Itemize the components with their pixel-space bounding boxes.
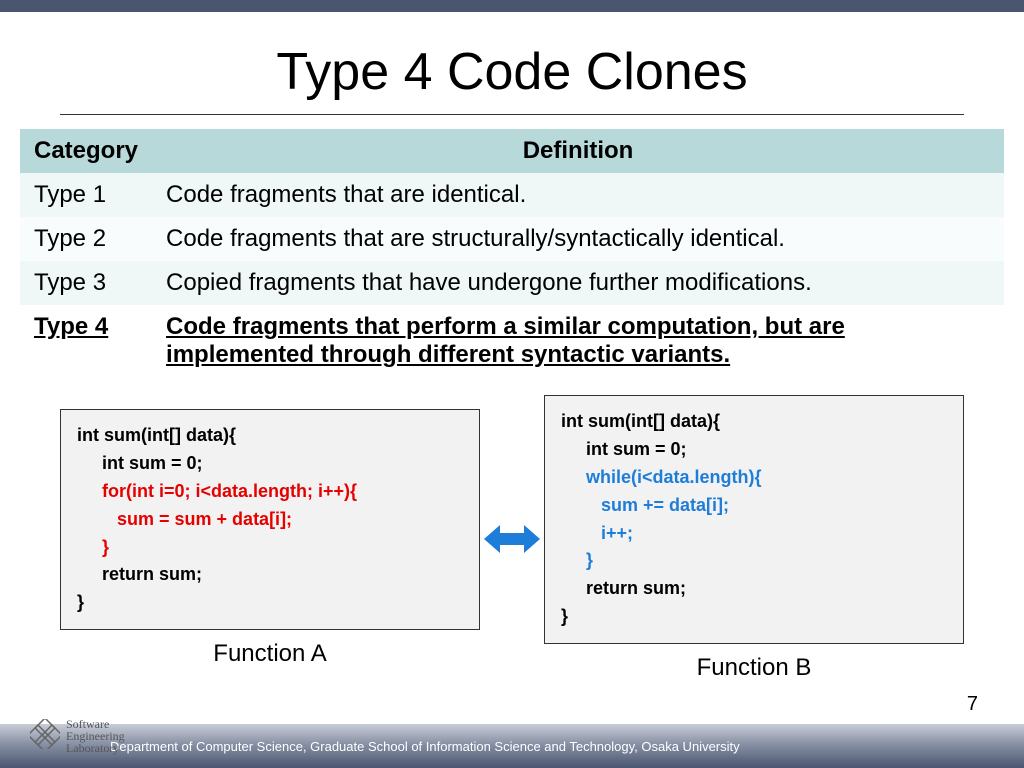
slide-title: Type 4 Code Clones: [0, 42, 1024, 102]
code-line-highlight: sum = sum + data[i];: [77, 509, 292, 529]
code-line: int sum = 0;: [77, 453, 203, 473]
table-row: Type 1 Code fragments that are identical…: [20, 173, 1004, 217]
footer-text: Department of Computer Science, Graduate…: [110, 739, 740, 754]
table-row: Type 2 Code fragments that are structura…: [20, 217, 1004, 261]
cell-definition: Code fragments that are identical.: [152, 173, 1004, 217]
code-comparison: int sum(int[] data){ int sum = 0; for(in…: [0, 395, 1024, 682]
cell-category: Type 2: [20, 217, 152, 261]
code-line-highlight: }: [77, 537, 109, 557]
page-number: 7: [967, 693, 978, 716]
title-rule: [60, 114, 964, 115]
bidirectional-arrow-icon: [484, 521, 540, 557]
code-line: }: [77, 592, 84, 612]
code-box-b: int sum(int[] data){ int sum = 0; while(…: [544, 395, 964, 644]
cell-definition: Code fragments that perform a similar co…: [152, 305, 1004, 377]
code-line: int sum(int[] data){: [77, 425, 236, 445]
cell-definition: Code fragments that are structurally/syn…: [152, 217, 1004, 261]
lab-logo-icon: [30, 719, 60, 754]
code-block-b: int sum(int[] data){ int sum = 0; while(…: [544, 395, 964, 682]
table-row-highlighted: Type 4 Code fragments that perform a sim…: [20, 305, 1004, 377]
cell-category: Type 4: [20, 305, 152, 377]
code-line-highlight: sum += data[i];: [561, 495, 729, 515]
code-line-highlight: }: [561, 550, 593, 570]
code-line-highlight: i++;: [561, 523, 633, 543]
top-bar: [0, 0, 1024, 12]
code-box-a: int sum(int[] data){ int sum = 0; for(in…: [60, 409, 480, 630]
cell-definition: Copied fragments that have undergone fur…: [152, 261, 1004, 305]
footer-bar: Department of Computer Science, Graduate…: [0, 724, 1024, 768]
header-definition: Definition: [152, 129, 1004, 173]
code-block-a: int sum(int[] data){ int sum = 0; for(in…: [60, 409, 480, 668]
cell-category: Type 3: [20, 261, 152, 305]
code-line: }: [561, 606, 568, 626]
lab-logo: Software Engineering Laboratory: [30, 718, 125, 754]
code-line: return sum;: [77, 564, 202, 584]
cell-category: Type 1: [20, 173, 152, 217]
function-label-a: Function A: [213, 640, 326, 668]
lab-logo-text: Software Engineering Laboratory: [66, 718, 125, 754]
code-line: int sum = 0;: [561, 439, 687, 459]
code-line: return sum;: [561, 578, 686, 598]
code-line-highlight: while(i<data.length){: [561, 467, 762, 487]
code-line-highlight: for(int i=0; i<data.length; i++){: [77, 481, 357, 501]
clone-types-table: Category Definition Type 1 Code fragment…: [20, 129, 1004, 377]
table-row: Type 3 Copied fragments that have underg…: [20, 261, 1004, 305]
code-line: int sum(int[] data){: [561, 411, 720, 431]
table-header-row: Category Definition: [20, 129, 1004, 173]
function-label-b: Function B: [697, 654, 812, 682]
header-category: Category: [20, 129, 152, 173]
